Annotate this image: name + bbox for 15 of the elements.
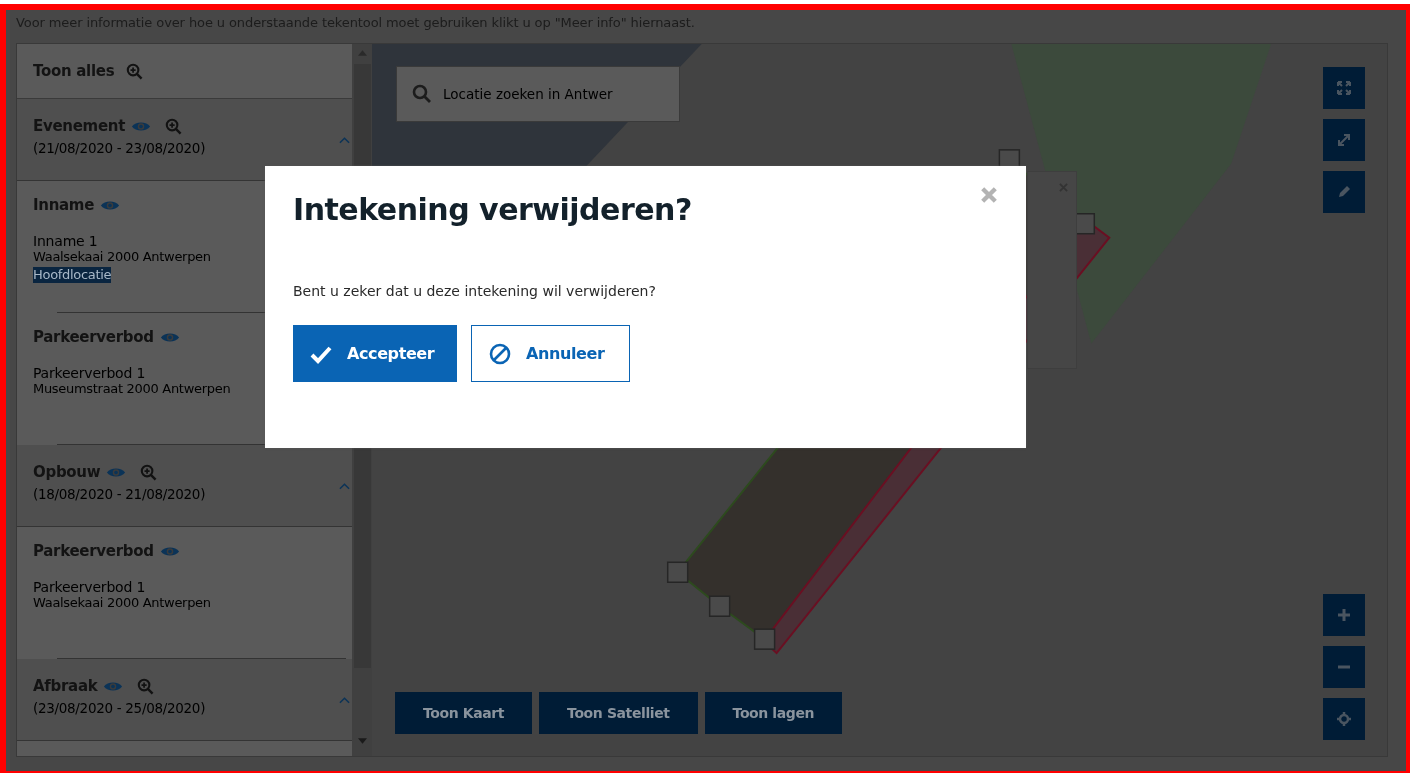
item-title: Parkeerverbod: [33, 328, 154, 346]
item-title: Parkeerverbod: [33, 542, 154, 560]
date-range: (21/08/2020 - 23/08/2020): [33, 140, 207, 156]
location-tag: Hoofdlocatie: [33, 267, 112, 283]
group-title: Opbouw: [33, 463, 101, 481]
item-address: Museumstraat 2000 Antwerpen: [33, 381, 232, 396]
dialog-title: Intekening verwijderen?: [293, 192, 692, 227]
dialog-message: Bent u zeker dat u deze intekening wil verwijderen?: [293, 283, 657, 299]
group-title: Afbraak: [33, 677, 98, 695]
item-title: Inname: [33, 196, 95, 214]
date-range: (23/08/2020 - 25/08/2020): [33, 700, 207, 716]
date-range: (18/08/2020 - 21/08/2020): [33, 486, 207, 502]
item-address: Waalsekaai 2000 Antwerpen: [33, 249, 212, 264]
item-address: Waalsekaai 2000 Antwerpen: [33, 595, 212, 610]
group-title: Evenement: [33, 117, 125, 135]
